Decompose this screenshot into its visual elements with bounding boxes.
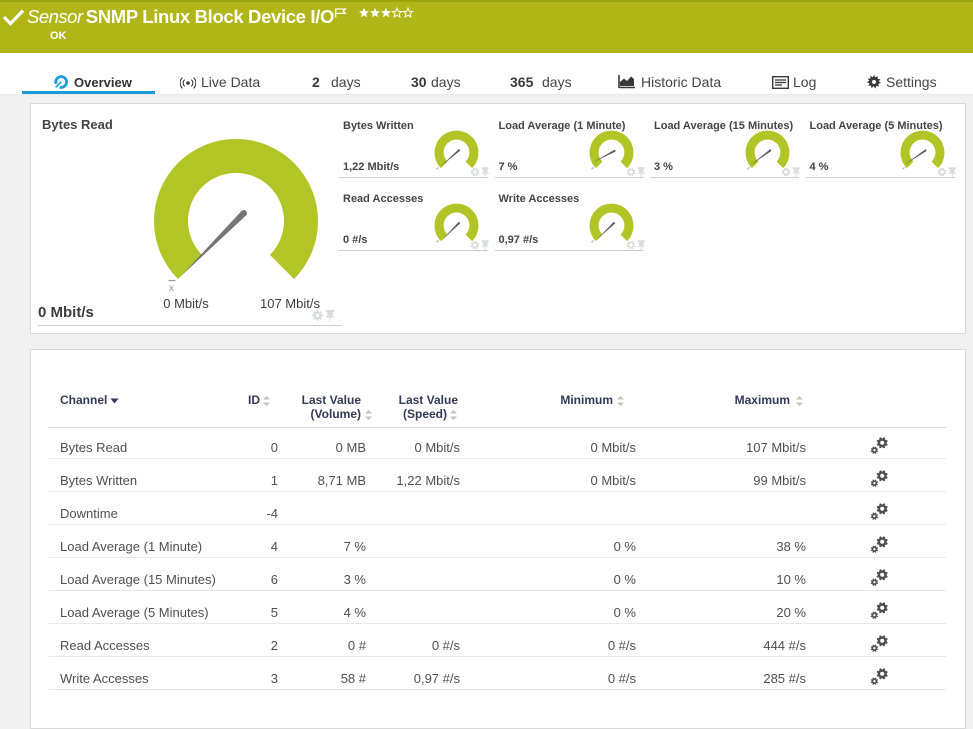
svg-text:x: x <box>169 282 175 294</box>
